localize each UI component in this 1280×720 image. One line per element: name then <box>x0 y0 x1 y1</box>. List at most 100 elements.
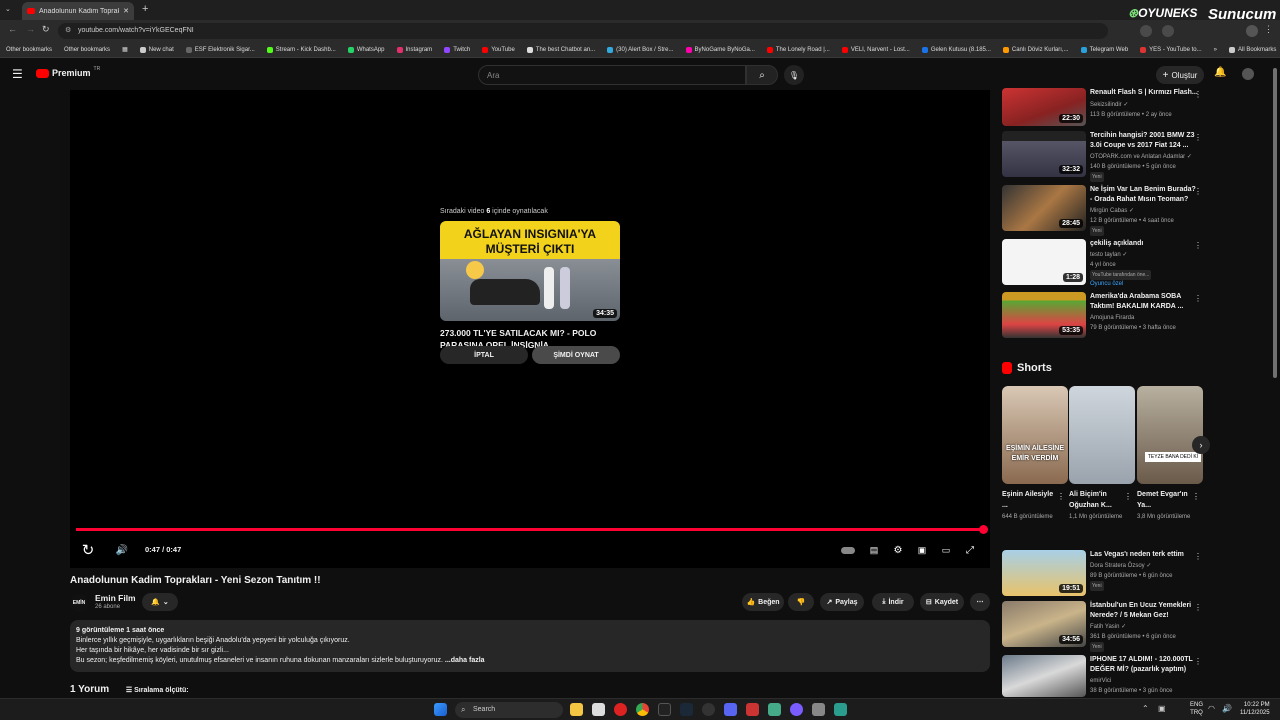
sidebar-video[interactable]: 53:35 Amerika'da Arabama SOBA Taktım! BA… <box>1002 292 1202 340</box>
bookmark-item[interactable]: Instagram <box>391 46 439 53</box>
youtube-logo[interactable]: Premium TR <box>36 66 100 78</box>
browser-menu-icon[interactable]: ⋮ <box>1264 24 1273 35</box>
page-scrollbar[interactable] <box>1273 68 1277 378</box>
more-icon[interactable]: ⋮ <box>1194 603 1202 612</box>
create-button[interactable]: + Oluştur <box>1156 66 1204 84</box>
app-icon[interactable] <box>702 703 715 716</box>
volume-icon[interactable]: 🔊 <box>1222 704 1232 713</box>
more-icon[interactable]: ⋮ <box>1194 133 1202 142</box>
bookmark-item[interactable]: ESF Elektronik Sigar... <box>180 46 261 53</box>
more-bookmarks-icon[interactable]: » <box>1208 47 1223 53</box>
app-icon[interactable] <box>768 703 781 716</box>
video-thumbnail[interactable]: 1:28 <box>1002 239 1086 285</box>
more-icon[interactable]: ⋮ <box>1057 492 1065 501</box>
volume-button[interactable]: 🔊 <box>114 542 130 558</box>
short-thumbnail[interactable]: TEYZE BANA DEDİ Kİ <box>1137 386 1203 484</box>
voice-search-button[interactable]: 🎙 <box>784 65 804 85</box>
bookmark-item[interactable]: Gelen Kutusu (8.185... <box>916 46 997 53</box>
up-next-thumbnail[interactable]: AĞLAYAN INSIGNIA'YA MÜŞTERİ ÇIKTI 34:35 <box>440 221 620 321</box>
play-now-button[interactable]: ŞİMDİ OYNAT <box>532 346 620 364</box>
video-title[interactable]: Tercihin hangisi? 2001 BMW Z3 3.0i Coupe… <box>1090 131 1198 151</box>
epic-games-icon[interactable] <box>658 703 671 716</box>
bookmark-item[interactable]: YouTube <box>476 46 521 53</box>
bookmark-item[interactable]: WhatsApp <box>342 46 391 53</box>
back-icon[interactable]: ← <box>8 24 17 34</box>
more-icon[interactable]: ⋮ <box>1194 552 1202 561</box>
show-more-link[interactable]: ...daha fazla <box>445 657 485 664</box>
sort-button[interactable]: ☰ Sıralama ölçütü: <box>126 687 189 694</box>
sidebar-video[interactable]: 19:51 Las Vegas'ı neden terk ettim Dora … <box>1002 550 1202 598</box>
cancel-button[interactable]: İPTAL <box>440 346 528 364</box>
video-thumbnail[interactable]: 28:45 <box>1002 185 1086 231</box>
autoplay-toggle[interactable] <box>840 542 856 558</box>
more-actions-button[interactable]: ⋯ <box>970 593 990 611</box>
app-icon[interactable] <box>592 703 605 716</box>
app-icon[interactable] <box>746 703 759 716</box>
search-button[interactable]: ⌕ <box>746 65 778 85</box>
video-thumbnail[interactable]: 53:35 <box>1002 292 1086 338</box>
forward-icon[interactable]: → <box>26 24 35 34</box>
bookmark-item[interactable]: Other bookmarks <box>58 47 116 53</box>
download-button[interactable]: ⤓ İndir <box>872 593 914 611</box>
clock[interactable]: 10:22 PM 11/12/2025 <box>1240 701 1270 717</box>
sidebar-video[interactable]: 32:32 Tercihin hangisi? 2001 BMW Z3 3.0i… <box>1002 131 1202 182</box>
sidebar-video[interactable]: IPHONE 17 ALDIM! - 120.000TL DEĞER Mİ? (… <box>1002 655 1202 697</box>
bookmark-item[interactable]: (30) Alert Box / Stre... <box>601 46 679 53</box>
bell-icon[interactable]: 🔔 <box>1214 67 1226 78</box>
subscribed-button[interactable]: 🔔 ⌄ <box>142 593 178 611</box>
scrubber-handle[interactable] <box>979 525 988 534</box>
chevron-up-icon[interactable]: ⌃ <box>1142 704 1149 713</box>
subtitles-button[interactable]: ▤ <box>866 542 882 558</box>
sidebar-video[interactable]: 28:45 Ne İşim Var Lan Benim Burada? - Or… <box>1002 185 1202 236</box>
replay-button[interactable]: ↻ <box>80 542 96 559</box>
app-icon[interactable] <box>834 703 847 716</box>
discord-icon[interactable] <box>724 703 737 716</box>
video-title[interactable]: çekiliş açıklandı <box>1090 239 1198 249</box>
sidebar-video[interactable]: 34:56 İstanbul'un En Ucuz Yemekleri Nere… <box>1002 601 1202 652</box>
search-input[interactable]: Ara <box>478 65 746 85</box>
bookmark-item[interactable]: YES - YouTube to... <box>1134 46 1207 53</box>
extension-icon[interactable] <box>1140 25 1152 37</box>
fullscreen-button[interactable]: ⤢ <box>962 542 978 558</box>
short-thumbnail[interactable]: EŞİMİN AİLESİNE EMİR VERDİM <box>1002 386 1068 484</box>
next-arrow-button[interactable]: › <box>1192 436 1210 454</box>
language-indicator[interactable]: ENG TRQ <box>1190 701 1203 717</box>
save-button[interactable]: ⊟ Kaydet <box>920 593 964 611</box>
tab-list-icon[interactable]: ⌄ <box>5 5 15 15</box>
channel-name[interactable]: Emin Film <box>95 593 136 603</box>
bookmark-item[interactable]: Twitch <box>438 46 476 53</box>
bookmark-item[interactable]: ByNoGame ByNoGa... <box>680 46 761 53</box>
description-box[interactable]: 9 görüntüleme 1 saat önce Binlerce yıllı… <box>70 620 990 672</box>
windows-start-icon[interactable] <box>434 703 447 716</box>
video-thumbnail[interactable]: 22:30 <box>1002 88 1086 126</box>
more-icon[interactable]: ⋮ <box>1194 294 1202 303</box>
video-title[interactable]: Renault Flash S | Kırmızı Flash... <box>1090 88 1198 98</box>
apps-icon[interactable]: ▦ <box>116 46 134 53</box>
more-icon[interactable]: ⋮ <box>1192 492 1200 501</box>
video-thumbnail[interactable]: 32:32 <box>1002 131 1086 177</box>
menu-icon[interactable]: ☰ <box>12 67 23 81</box>
browser-tab[interactable]: Anadolunun Kadim Toprakları - ✕ <box>22 2 134 20</box>
miniplayer-button[interactable]: ▣ <box>914 542 930 558</box>
bookmark-item[interactable]: Telegram Web <box>1075 46 1135 53</box>
chrome-icon[interactable] <box>636 703 649 716</box>
video-title[interactable]: Amerika'da Arabama SOBA Taktım! BAKALIM … <box>1090 292 1198 312</box>
dislike-button[interactable]: 👎 <box>788 593 814 611</box>
video-thumbnail[interactable]: 34:56 <box>1002 601 1086 647</box>
more-icon[interactable]: ⋮ <box>1194 187 1202 196</box>
app-icon[interactable] <box>790 703 803 716</box>
bookmark-item[interactable]: Other bookmarks <box>0 47 58 53</box>
bookmark-item[interactable]: VELI, Narvent - Lost... <box>836 46 916 53</box>
video-thumbnail[interactable] <box>1002 655 1086 697</box>
taskbar-search[interactable]: ⌕ Search <box>455 702 563 718</box>
channel-avatar[interactable]: EMİN <box>70 594 88 612</box>
short-thumbnail[interactable] <box>1069 386 1135 484</box>
account-avatar[interactable] <box>1242 68 1254 80</box>
video-title[interactable]: IPHONE 17 ALDIM! - 120.000TL DEĞER Mİ? (… <box>1090 655 1198 675</box>
steam-icon[interactable] <box>680 703 693 716</box>
theater-button[interactable]: ▭ <box>938 542 954 558</box>
opera-icon[interactable] <box>614 703 627 716</box>
sidebar-video[interactable]: 22:30 Renault Flash S | Kırmızı Flash...… <box>1002 88 1202 128</box>
progress-bar[interactable] <box>76 528 984 531</box>
video-title[interactable]: Las Vegas'ı neden terk ettim <box>1090 550 1198 560</box>
